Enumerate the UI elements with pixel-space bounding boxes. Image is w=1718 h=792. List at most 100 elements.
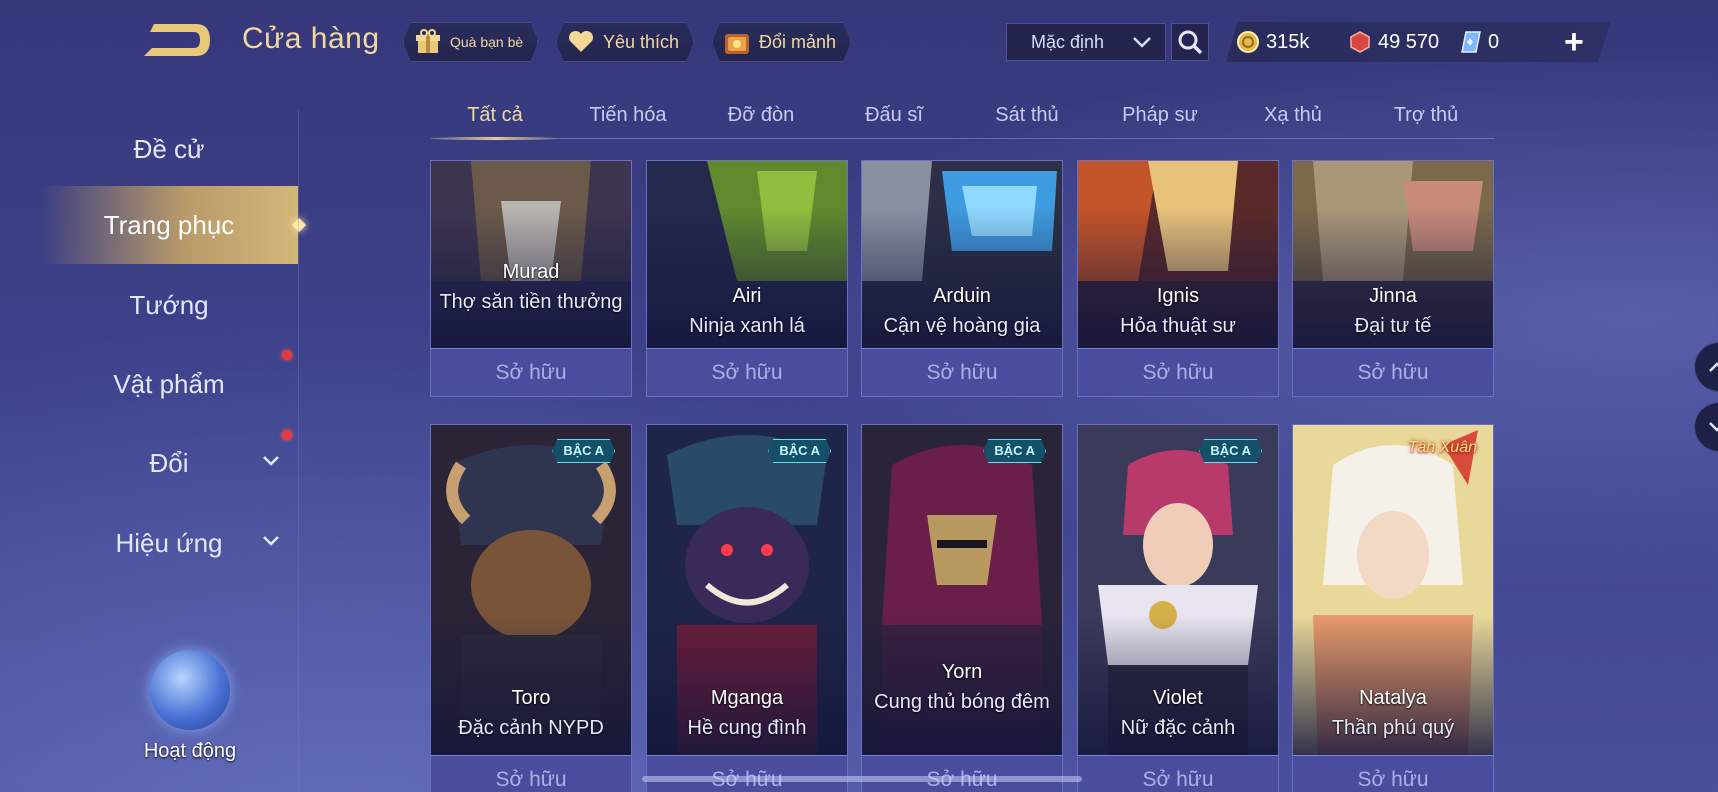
gold-value: 315k [1266,30,1310,53]
hero-name: Airi [732,285,762,307]
tab-tank[interactable]: Đỡ đòn [697,96,825,140]
gift-icon [414,28,442,56]
tab-fighter[interactable]: Đấu sĩ [830,96,958,140]
hero-name: Arduin [933,285,991,307]
diamond-balance: 0 [1460,22,1499,62]
chevron-down-icon [1709,422,1718,432]
owned-status: Sở hữu [431,755,631,792]
gold-balance: 315k [1236,22,1309,62]
favorites-label: Yêu thích [603,31,680,52]
owned-status: Sở hữu [647,755,847,792]
friend-gift-label: Quà bạn bè [450,34,524,50]
chevron-down-icon [263,536,279,546]
skin-card[interactable]: BẬC A Mganga Hề cung đình Sở hữu [646,424,848,792]
skin-card[interactable]: BẬC A Toro Đặc cảnh NYPD Sở hữu [430,424,632,792]
skin-name: Hỏa thuật sư [1120,315,1236,337]
tab-assassin[interactable]: Sát thủ [963,96,1091,140]
skin-card[interactable]: BẬC A Violet Nữ đặc cảnh Sở hữu [1077,424,1279,792]
skin-name: Hề cung đình [687,717,807,739]
skin-card[interactable]: Airi Ninja xanh lá Sở hữu [646,160,848,397]
tier-badge: BẬC A [1199,439,1262,463]
hero-name: Natalya [1359,687,1427,709]
scroll-up-button[interactable] [1694,342,1718,392]
tabs-divider [431,138,1495,139]
skin-name: Ninja xanh lá [689,315,805,337]
skin-card[interactable]: Arduin Cận vệ hoàng gia Sở hữu [861,160,1063,397]
skin-name: Thợ săn tiền thưởng [439,291,623,313]
tier-badge: BẬC A [983,439,1046,463]
favorites-button[interactable]: Yêu thích [556,22,695,62]
activity-label: Hoạt động [143,740,237,762]
owned-status: Sở hữu [1078,348,1278,396]
tab-evolution[interactable]: Tiến hóa [564,96,692,140]
search-button[interactable] [1171,23,1209,61]
sidebar-item-heroes[interactable]: Tướng [40,266,298,344]
chevron-down-icon [1133,37,1151,48]
skin-name: Cung thủ bóng đêm [874,691,1050,713]
scroll-down-button[interactable] [1694,402,1718,452]
heart-icon [567,28,595,56]
chevron-down-icon [263,456,279,466]
sidebar-item-skins[interactable]: Trang phục [40,186,307,264]
sidebar-item-recommended[interactable]: Đề cử [40,110,298,188]
sidebar-item-label: Hiệu ứng [115,527,223,558]
skin-name: Đại tư tế [1354,315,1432,337]
event-tag: Tân Xuân [1407,439,1477,456]
tier-badge: BẬC A [768,439,831,463]
skin-name: Đặc cảnh NYPD [458,717,604,739]
card-shade [862,615,1062,755]
currency-bar: 315k 49 570 0 [1226,22,1610,62]
tier-badge: BẬC A [552,439,615,463]
page-title: Cửa hàng [242,22,380,55]
tab-support[interactable]: Trợ thủ [1362,96,1490,140]
voucher-value: 49 570 [1378,30,1440,53]
tab-all[interactable]: Tất cả [431,96,559,140]
sidebar-divider [298,110,299,792]
activity-button[interactable]: Hoạt động [138,650,242,780]
diamond-ticket-icon [1461,31,1481,53]
exchange-shards-label: Đổi mảnh [759,31,837,52]
sort-value: Mặc định [1031,31,1105,52]
horizontal-scrollbar[interactable] [642,776,1082,782]
tab-mage[interactable]: Pháp sư [1096,96,1224,140]
hero-name: Violet [1153,687,1203,709]
skin-card[interactable]: Jinna Đại tư tế Sở hữu [1292,160,1494,397]
owned-status: Sở hữu [862,348,1062,396]
skin-name: Thần phú quý [1331,717,1455,739]
hero-name: Jinna [1369,285,1417,307]
exchange-shards-button[interactable]: Đổi mảnh [712,22,852,62]
skin-grid: Murad Thợ săn tiền thưởng Sở hữu Airi Ni… [430,160,1496,792]
active-indicator-icon [291,217,307,233]
chevron-up-icon [1709,362,1718,372]
hero-name: Yorn [941,661,983,683]
diamond-value: 0 [1488,30,1500,53]
tab-marksman[interactable]: Xạ thủ [1229,96,1357,140]
owned-status: Sở hữu [1293,348,1493,396]
skin-card[interactable]: Murad Thợ săn tiền thưởng Sở hữu [430,160,632,397]
friend-gift-button[interactable]: Quà bạn bè [403,22,539,62]
skin-card[interactable]: Ignis Hỏa thuật sư Sở hữu [1077,160,1279,397]
notification-dot [282,350,292,360]
sidebar-item-effects[interactable]: Hiệu ứng [40,504,298,582]
sidebar-item-label: Trang phục [103,209,235,240]
activity-badge-icon [150,650,230,730]
owned-status: Sở hữu [862,755,1062,792]
category-tabs: Tất cả Tiến hóa Đỡ đòn Đấu sĩ Sát thủ Ph… [431,96,1495,140]
skin-name: Cận vệ hoàng gia [883,315,1041,337]
sort-dropdown[interactable]: Mặc định [1006,23,1166,61]
notification-dot [282,430,292,440]
sidebar-item-items[interactable]: Vật phẩm [40,345,298,423]
skin-name: Nữ đặc cảnh [1120,717,1236,739]
voucher-balance: 49 570 [1348,22,1439,62]
gold-coin-icon [1237,31,1259,53]
shard-chest-icon [723,28,751,56]
skin-card[interactable]: Tân Xuân Natalya Thần phú quý Sở hữu [1292,424,1494,792]
back-button[interactable] [140,20,212,60]
sidebar-item-label: Đổi [149,447,189,478]
hero-name: Murad [502,261,560,283]
sidebar-item-label: Đề cử [133,133,205,164]
hero-name: Ignis [1156,285,1200,307]
topup-plus-button[interactable]: + [1564,22,1584,62]
skin-card[interactable]: BẬC A Yorn Cung thủ bóng đêm Sở hữu [861,424,1063,792]
sidebar-item-exchange[interactable]: Đổi [40,424,298,502]
